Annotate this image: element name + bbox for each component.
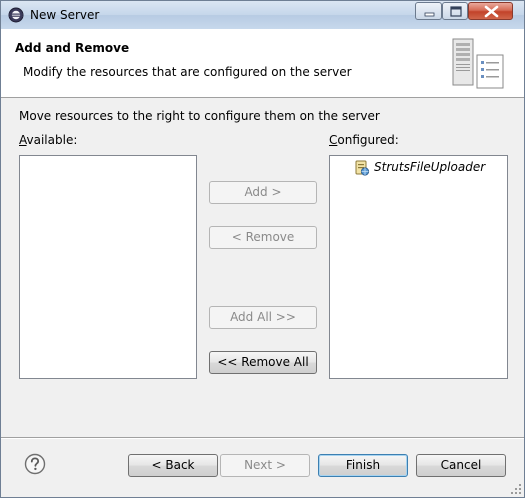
available-list[interactable] [19,155,197,379]
close-button[interactable] [468,2,513,20]
minimize-button[interactable] [415,2,442,20]
cancel-button[interactable]: Cancel [416,454,506,477]
add-all-button[interactable]: Add All >> [209,306,317,329]
eclipse-app-icon [8,7,24,23]
remove-button[interactable]: < Remove [209,226,317,249]
add-button[interactable]: Add > [209,181,317,204]
finish-button[interactable]: Finish [318,454,408,477]
instructions-text: Move resources to the right to configure… [19,109,380,123]
available-mnemonic: A [19,133,27,147]
new-server-dialog: New Server Add and Remove Modify the res… [0,0,525,498]
configured-label: Configured: [329,133,399,147]
available-label-text: vailable: [26,133,78,147]
available-label: Available: [19,133,77,147]
server-wizard-icon [449,38,507,92]
wizard-header: Add and Remove Modify the resources that… [1,29,524,98]
maximize-icon [450,6,462,17]
list-item-label: StrutsFileUploader [374,160,486,174]
page-description: Modify the resources that are configured… [23,65,352,79]
configured-list[interactable]: StrutsFileUploader [329,155,508,379]
configured-label-text: onfigured: [337,133,399,147]
remove-all-button[interactable]: << Remove All [209,351,317,374]
title-bar[interactable]: New Server [1,1,524,29]
page-title: Add and Remove [15,41,130,55]
footer-divider [1,437,524,439]
close-icon [484,5,499,18]
minimize-icon [424,12,435,17]
back-button[interactable]: < Back [128,454,218,477]
help-icon[interactable] [24,453,46,475]
resize-grip-icon[interactable] [510,483,522,495]
maximize-button[interactable] [442,2,468,20]
next-button[interactable]: Next > [220,454,310,477]
window-title: New Server [30,8,100,22]
web-module-icon [354,160,370,176]
